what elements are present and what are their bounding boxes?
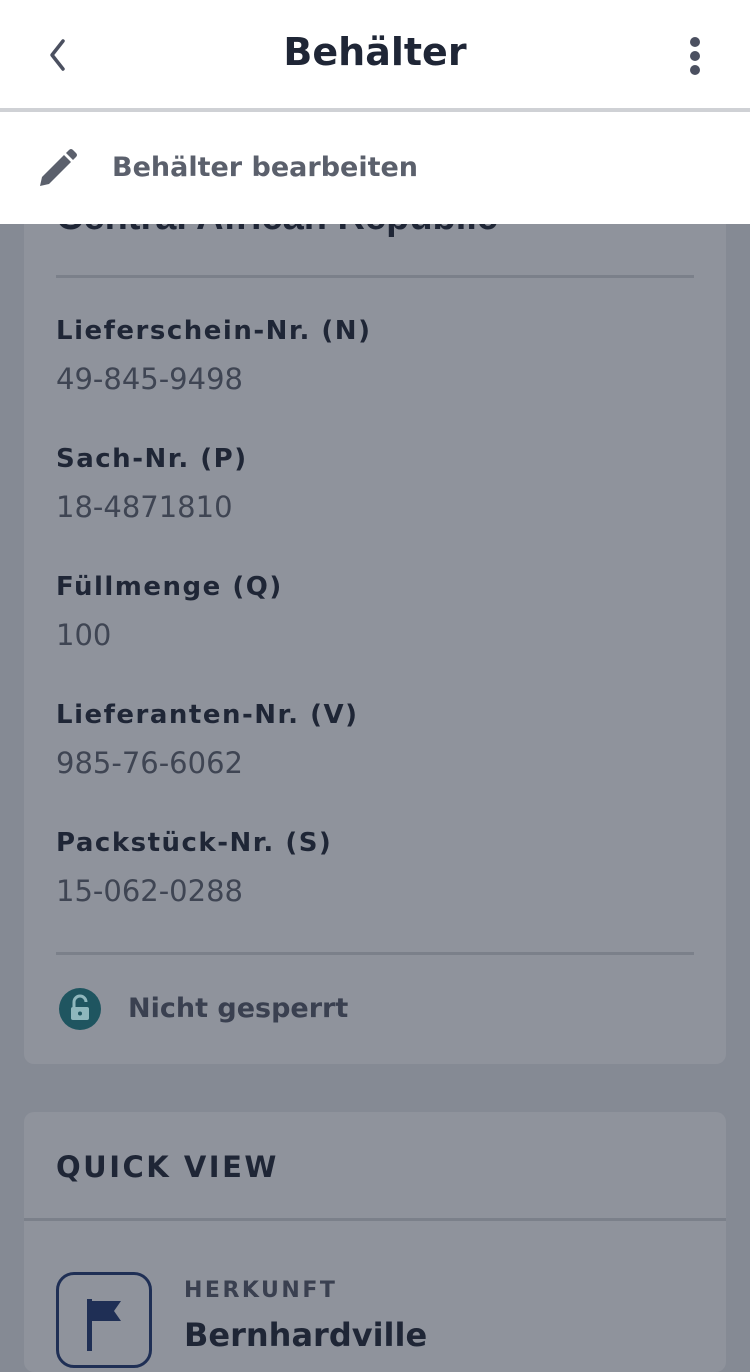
more-options-button[interactable] (672, 30, 718, 80)
delivery-note-label: Lieferschein-Nr. (N) (56, 316, 372, 346)
supplier-number-value: 985-76-6062 (56, 746, 243, 780)
part-number-label: Sach-Nr. (P) (56, 444, 248, 474)
fill-quantity-value: 100 (56, 618, 112, 652)
part-number-value: 18-4871810 (56, 490, 233, 524)
quick-view-divider (24, 1218, 726, 1221)
navigation-bar: Behälter (0, 0, 750, 108)
package-number-label: Packstück-Nr. (S) (56, 828, 333, 858)
edit-container-menu-item[interactable]: Behälter bearbeiten (0, 112, 750, 224)
options-menu: Behälter bearbeiten (0, 112, 750, 224)
pencil-icon (40, 149, 77, 186)
more-vertical-icon (690, 37, 700, 75)
supplier-number-label: Lieferanten-Nr. (V) (56, 700, 359, 730)
lock-status: Nicht gesperrt (128, 993, 349, 1024)
details-divider-top (56, 275, 694, 278)
origin-flag-button[interactable] (56, 1272, 152, 1368)
flag-icon (87, 1299, 121, 1351)
fill-quantity-label: Füllmenge (Q) (56, 572, 283, 602)
package-number-value: 15-062-0288 (56, 874, 243, 908)
page-title: Behälter (283, 30, 467, 74)
lock-open-icon (59, 988, 101, 1030)
quick-view-title: QUICK VIEW (56, 1150, 279, 1184)
origin-value: Bernhardville (184, 1316, 428, 1354)
delivery-note-value: 49-845-9498 (56, 362, 243, 396)
origin-label: HERKUNFT (184, 1278, 338, 1303)
edit-container-label: Behälter bearbeiten (112, 152, 419, 183)
details-divider-bottom (56, 952, 694, 955)
container-details-card (24, 150, 726, 1064)
